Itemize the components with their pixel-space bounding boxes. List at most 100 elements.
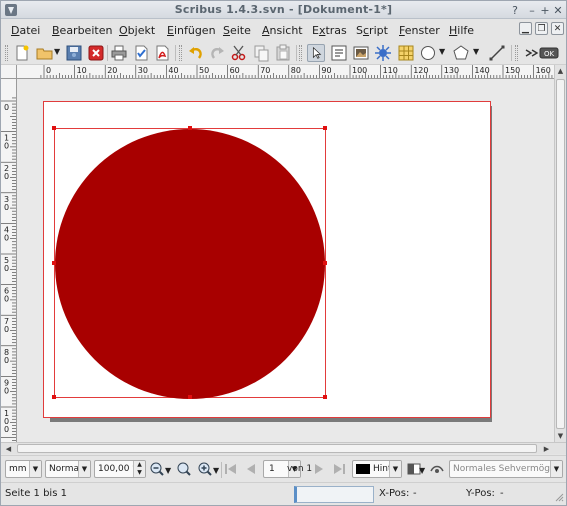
view-toolbar: mm ▼ Normal ▼ 100,00 % ▲ ▼ ▼ ▼ 1 ▼ von 1… (1, 455, 566, 481)
menu-hilfe[interactable]: Hilfe (449, 24, 474, 37)
chevron-down-icon[interactable]: ▼ (29, 461, 41, 477)
ok-button-icon[interactable]: OK (539, 44, 559, 62)
eye-visual-preview-icon[interactable] (429, 461, 445, 477)
resize-handle-top-right[interactable] (323, 126, 327, 130)
menu-script[interactable]: Script (356, 24, 388, 37)
horizontal-ruler[interactable]: 0 10 20 30 40 50 60 70 80 90 100 110 120 130 140 150 160 (17, 65, 554, 79)
ellipse-shape-icon[interactable] (419, 44, 437, 62)
chevron-down-icon[interactable]: ▼ (550, 461, 562, 477)
line-tool-icon[interactable] (488, 44, 506, 62)
polygon-dropdown-icon[interactable]: ▼ (473, 47, 479, 56)
close-window-button[interactable]: ✕ (552, 4, 564, 16)
scribus-window: Scribus 1.4.3.svn - [Dokument-1*] ? – + … (0, 0, 567, 506)
cut-icon[interactable] (230, 44, 248, 62)
ruler-label: 0 (4, 142, 9, 151)
horizontal-scrollbar[interactable]: ◀ ▶ (1, 442, 566, 454)
zoom-in-icon[interactable] (197, 461, 213, 477)
copy-icon[interactable] (252, 44, 270, 62)
maximize-button[interactable]: + (539, 4, 551, 16)
vision-defect-selector[interactable]: Normales Sehvermögen ▼ (449, 460, 563, 478)
horizontal-ruler-ticks: 0 10 20 30 40 50 60 70 80 90 100 110 120 130 140 150 160 (40, 65, 553, 78)
menu-fenster[interactable]: Fenster (399, 24, 440, 37)
preview-quality-selector[interactable]: Normal ▼ (45, 460, 91, 478)
next-page-icon[interactable] (311, 461, 327, 477)
open-folder-icon[interactable] (36, 44, 54, 62)
paste-icon[interactable] (274, 44, 292, 62)
menu-extras[interactable]: Extras (312, 24, 347, 37)
resize-handle-bottom-right[interactable] (323, 395, 327, 399)
resize-handle-bottom-left[interactable] (52, 395, 56, 399)
vertical-scroll-thumb[interactable] (556, 79, 565, 429)
close-document-icon[interactable] (87, 44, 105, 62)
minimize-button[interactable]: – (526, 4, 538, 16)
menu-bearbeiten[interactable]: Bearbeiten (52, 24, 112, 37)
save-icon[interactable] (65, 44, 83, 62)
menu-objekt[interactable]: Objekt (119, 24, 155, 37)
ruler-corner[interactable] (1, 65, 17, 79)
unit-selector[interactable]: mm ▼ (5, 460, 42, 478)
menu-seite[interactable]: Seite (223, 24, 251, 37)
table-icon[interactable] (397, 44, 415, 62)
vertical-ruler[interactable]: 0102030405060708090100 (1, 79, 17, 442)
text-frame-icon[interactable] (330, 44, 348, 62)
zoom-in-dropdown-icon[interactable]: ▼ (213, 466, 219, 475)
menu-datei[interactable]: Datei (11, 24, 40, 37)
ruler-label: 100 (352, 66, 367, 75)
open-recent-dropdown-icon[interactable]: ▼ (54, 47, 60, 56)
zoom-input[interactable]: 100,00 % ▲ ▼ (94, 460, 146, 478)
horizontal-scroll-thumb[interactable] (17, 444, 537, 453)
preview-mode-dropdown-icon[interactable]: ▼ (419, 466, 425, 475)
zoom-100-icon[interactable] (176, 461, 192, 477)
zoom-stepper-icon[interactable]: ▲ ▼ (133, 461, 145, 477)
scroll-down-icon[interactable]: ▼ (555, 430, 566, 441)
shape-dropdown-icon[interactable]: ▼ (439, 47, 445, 56)
preflight-verifier-icon[interactable] (132, 44, 150, 62)
zoom-out-icon[interactable] (149, 461, 165, 477)
document-canvas[interactable] (17, 79, 554, 442)
vertical-scrollbar[interactable]: ▲ ▼ (554, 65, 566, 442)
render-frame-icon[interactable] (374, 44, 392, 62)
toolbar-handle[interactable] (299, 45, 302, 61)
scroll-up-icon[interactable]: ▲ (555, 65, 566, 76)
ruler-label: 0 (4, 295, 9, 304)
vision-defect-value: Normales Sehvermögen (453, 464, 562, 474)
resize-handle-top-middle[interactable] (188, 126, 192, 130)
chevron-down-icon[interactable]: ▼ (78, 461, 90, 477)
zoom-out-dropdown-icon[interactable]: ▼ (165, 466, 171, 475)
select-item-icon[interactable] (307, 44, 325, 62)
toolbar-handle[interactable] (179, 45, 182, 61)
ruler-label: 60 (230, 66, 240, 75)
last-page-icon[interactable] (331, 461, 347, 477)
image-frame-icon[interactable] (352, 44, 370, 62)
red-circle-shape[interactable] (55, 129, 325, 399)
toolbar-handle[interactable] (5, 45, 8, 61)
resize-handle-middle-right[interactable] (323, 261, 327, 265)
print-icon[interactable] (110, 44, 128, 62)
redo-icon[interactable] (208, 44, 226, 62)
mdi-minimize-icon[interactable]: ▁ (519, 22, 532, 35)
previous-page-icon[interactable] (243, 461, 259, 477)
chevron-down-icon[interactable]: ▼ (389, 461, 401, 477)
export-pdf-icon[interactable] (153, 44, 171, 62)
help-icon[interactable]: ? (509, 4, 521, 16)
undo-icon[interactable] (187, 44, 205, 62)
progress-bar (294, 486, 374, 503)
ruler-label: 0 (4, 386, 9, 395)
menu-ansicht[interactable]: Ansicht (262, 24, 303, 37)
toolbar-handle[interactable] (515, 45, 518, 61)
resize-handle-bottom-middle[interactable] (188, 395, 192, 399)
mdi-close-icon[interactable]: ✕ (551, 22, 564, 35)
resize-handle-middle-left[interactable] (52, 261, 56, 265)
ruler-label: 50 (199, 66, 209, 75)
layer-selector[interactable]: Hint ▼ (352, 460, 402, 478)
resize-grip-icon[interactable] (554, 492, 564, 502)
mdi-restore-icon[interactable]: ❐ (535, 22, 548, 35)
first-page-icon[interactable] (223, 461, 239, 477)
scroll-left-icon[interactable]: ◀ (3, 443, 14, 454)
scroll-right-icon[interactable]: ▶ (541, 443, 552, 454)
polygon-icon[interactable] (452, 44, 470, 62)
menu-einfuegen[interactable]: Einfügen (167, 24, 216, 37)
title-bar[interactable]: Scribus 1.4.3.svn - [Dokument-1*] ? – + … (1, 1, 566, 19)
resize-handle-top-left[interactable] (52, 126, 56, 130)
new-document-icon[interactable] (13, 44, 31, 62)
